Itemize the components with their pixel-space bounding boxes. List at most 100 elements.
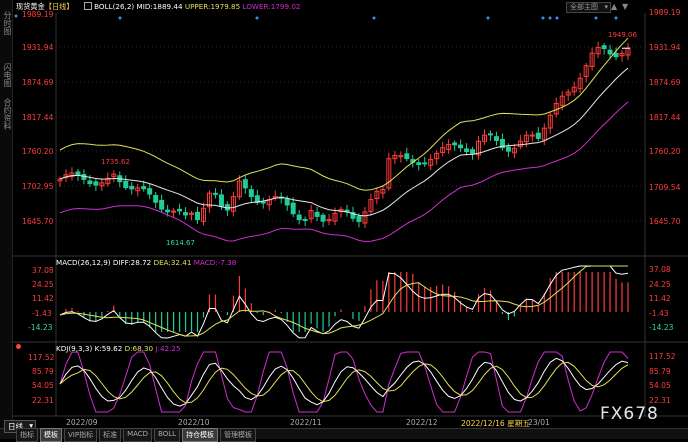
candle-body bbox=[416, 162, 422, 166]
left-axis-label: 1817.44 bbox=[22, 113, 54, 122]
candle-body bbox=[93, 181, 99, 186]
candle-body bbox=[290, 202, 296, 215]
toolbar-tabs: 指标 模板 VIP指标 标准 MACD BOLL 持仓模板 管理模板 bbox=[16, 428, 258, 442]
event-marker bbox=[486, 16, 490, 20]
candle-body bbox=[284, 198, 290, 206]
macd-axis-label: 11.42 bbox=[32, 294, 54, 303]
tab-manage-template[interactable]: 管理模板 bbox=[220, 428, 257, 442]
date-axis-label: 2022/09 bbox=[66, 418, 98, 427]
macd-axis-label: 24.25 bbox=[32, 280, 54, 289]
date-axis-label: 2022/12 bbox=[406, 418, 438, 427]
candle-body bbox=[165, 209, 171, 213]
candle-body bbox=[87, 180, 93, 185]
kdj-axis-label: 54.05 bbox=[32, 381, 54, 390]
candle-body bbox=[123, 180, 129, 189]
left-axis-label: 1645.70 bbox=[22, 217, 54, 226]
event-marker bbox=[555, 16, 559, 20]
kdj-axis-label-right: 85.79 bbox=[649, 367, 671, 376]
macd-diff: DIFF:28.72 bbox=[112, 258, 152, 267]
chart-canvas[interactable] bbox=[0, 0, 688, 438]
event-marker bbox=[594, 16, 598, 20]
macd-axis-label: 37.08 bbox=[32, 266, 54, 275]
candle-body bbox=[314, 211, 320, 217]
event-marker bbox=[14, 14, 18, 18]
left-axis-label: 1760.20 bbox=[22, 147, 54, 156]
high-annotation: 1735.62 bbox=[101, 158, 130, 166]
left-axis-label: 1874.69 bbox=[22, 78, 54, 87]
macd-axis-label-right: 24.25 bbox=[649, 280, 671, 289]
macd-axis-label-right: -14.23 bbox=[649, 323, 674, 332]
candle-body bbox=[493, 136, 499, 141]
right-axis-label: 1645.70 bbox=[649, 217, 681, 226]
kdj-d: D:68.30 bbox=[124, 344, 154, 353]
candle-body bbox=[613, 52, 619, 58]
candle-body bbox=[75, 171, 81, 176]
event-marker bbox=[255, 16, 259, 20]
macd-title: MACD(26,12,9) bbox=[56, 258, 111, 267]
tab-vip-indicator[interactable]: VIP指标 bbox=[64, 428, 98, 442]
tab-boll[interactable]: BOLL bbox=[154, 428, 181, 442]
candle-body bbox=[260, 201, 266, 204]
kdj-title: KDJ(9,3,3) bbox=[56, 344, 93, 353]
candle-body bbox=[505, 146, 511, 152]
date-axis-label: 23/01 bbox=[528, 418, 550, 427]
candle-body bbox=[458, 144, 464, 149]
low-annotation: 1614.67 bbox=[166, 239, 195, 247]
macd-dea-line bbox=[59, 265, 628, 337]
right-axis-label: 1817.44 bbox=[649, 113, 681, 122]
candle-body bbox=[296, 214, 302, 221]
candle-body bbox=[248, 189, 254, 198]
right-axis-label: 1760.20 bbox=[649, 147, 681, 156]
macd-axis-label-right: 11.42 bbox=[649, 294, 671, 303]
tab-indicator[interactable]: 指标 bbox=[16, 428, 38, 442]
kdj-axis-label: 117.52 bbox=[28, 353, 55, 362]
candle-body bbox=[470, 149, 476, 155]
candle-body bbox=[487, 133, 493, 136]
boll-mid-line bbox=[59, 67, 629, 217]
candle-body bbox=[218, 194, 224, 207]
date-axis-label: 2022/10 bbox=[178, 418, 210, 427]
candle-body bbox=[422, 162, 428, 165]
candle-body bbox=[535, 132, 541, 139]
tab-template[interactable]: 模板 bbox=[40, 428, 62, 442]
candle-body bbox=[141, 186, 147, 190]
tab-macd[interactable]: MACD bbox=[123, 428, 153, 442]
kdj-k: K:59.62 bbox=[94, 344, 123, 353]
candle-body bbox=[320, 214, 326, 222]
kdj-axis-label: 22.31 bbox=[32, 396, 54, 405]
macd-dea: DEA:32.41 bbox=[153, 258, 192, 267]
candle-body bbox=[464, 148, 470, 152]
candle-body bbox=[183, 212, 189, 216]
kdj-j: J:42.25 bbox=[155, 344, 181, 353]
macd-axis-label-right: -1.43 bbox=[649, 309, 669, 318]
kdj-header: KDJ(9,3,3) K:59.62 D:68.30 J:42.25 bbox=[56, 344, 181, 353]
event-marker bbox=[372, 16, 376, 20]
candle-body bbox=[212, 192, 218, 195]
macd-header: MACD(26,12,9) DIFF:28.72 DEA:32.41 MACD:… bbox=[56, 258, 236, 267]
candle-body bbox=[302, 218, 308, 221]
macd-value: MACD:-7.38 bbox=[193, 258, 237, 267]
tab-position-template[interactable]: 持仓模板 bbox=[182, 428, 219, 442]
event-marker bbox=[118, 16, 122, 20]
candle-body bbox=[159, 199, 165, 210]
kdj-axis-label-right: 117.52 bbox=[649, 352, 676, 361]
watermark-logo: FX678 bbox=[600, 404, 659, 424]
candle-body bbox=[242, 179, 248, 189]
right-axis-label: 1989.19 bbox=[649, 8, 681, 17]
candle-body bbox=[129, 185, 135, 190]
right-axis-label: 1709.54 bbox=[649, 183, 681, 192]
candle-body bbox=[607, 49, 613, 55]
macd-axis-label: -14.23 bbox=[28, 323, 53, 332]
tab-standard[interactable]: 标准 bbox=[99, 428, 122, 442]
event-marker bbox=[541, 16, 545, 20]
candle-body bbox=[404, 153, 410, 160]
candle-body bbox=[356, 216, 362, 222]
candle-body bbox=[177, 208, 183, 212]
high-annotation: 1949.06 bbox=[608, 31, 637, 39]
event-marker bbox=[548, 16, 552, 20]
candle-body bbox=[452, 142, 458, 146]
candle-body bbox=[601, 45, 607, 50]
kdj-axis-label-right: 54.05 bbox=[649, 381, 671, 390]
event-marker bbox=[614, 16, 618, 20]
boll-upper-line bbox=[59, 37, 629, 191]
